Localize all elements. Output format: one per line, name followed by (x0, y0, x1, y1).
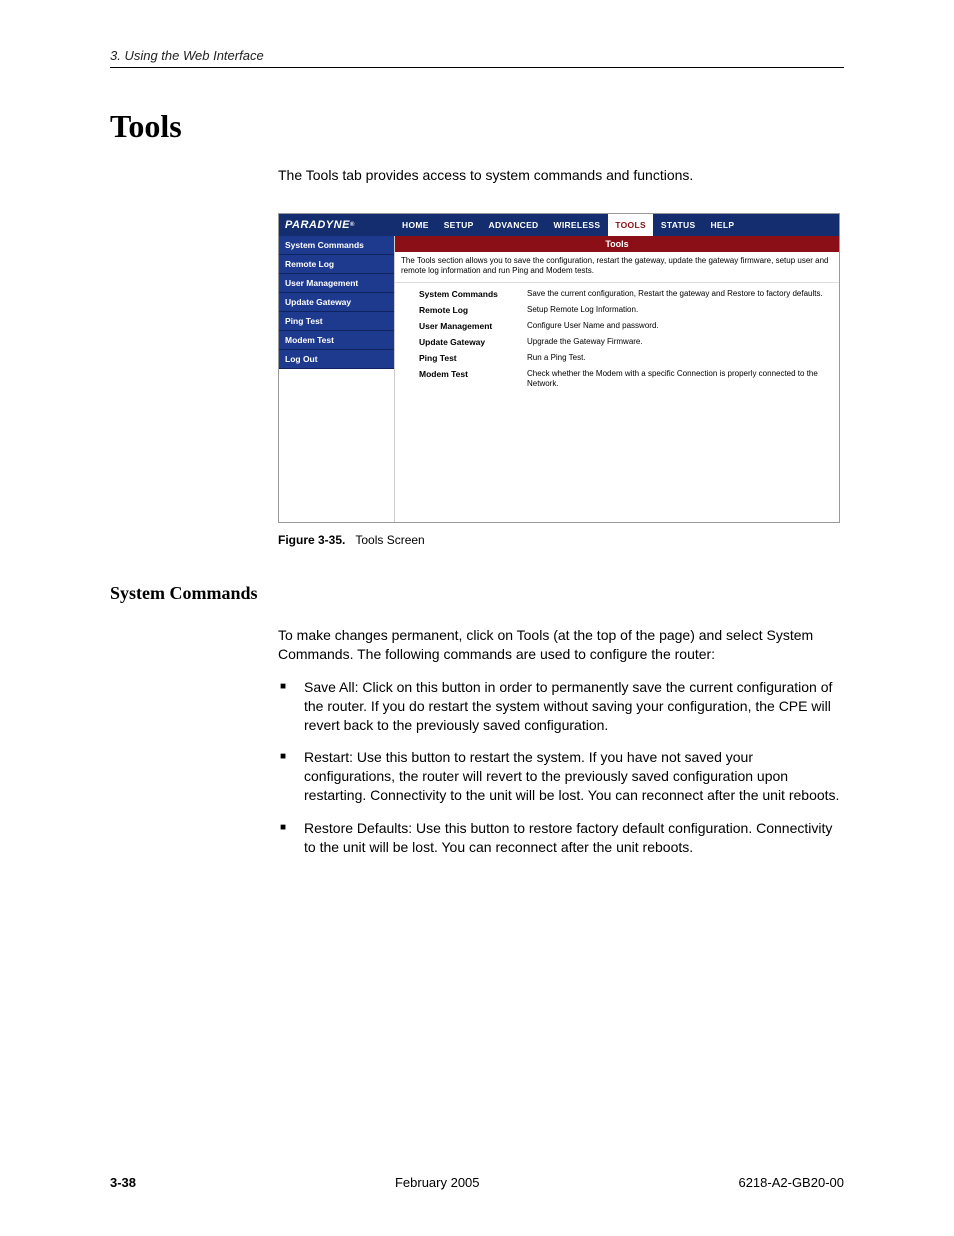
sidebar-item-modem-test[interactable]: Modem Test (279, 331, 394, 350)
figure-number: Figure 3-35. (278, 533, 345, 547)
row-label-user-management[interactable]: User Management (419, 321, 519, 331)
footer-doc-id: 6218-A2-GB20-00 (738, 1175, 844, 1190)
tools-screenshot: PARADYNE® HOME SETUP ADVANCED WIRELESS T… (278, 213, 840, 523)
row-desc-update-gateway: Upgrade the Gateway Firmware. (527, 337, 829, 347)
panel-intro: The Tools section allows you to save the… (395, 252, 839, 283)
subsection-para: To make changes permanent, click on Tool… (278, 626, 844, 664)
sidebar-item-user-management[interactable]: User Management (279, 274, 394, 293)
brand-text: PARADYNE (285, 219, 350, 231)
subsection-title: System Commands (110, 583, 844, 604)
running-head: 3. Using the Web Interface (110, 48, 844, 63)
sidebar-item-remote-log[interactable]: Remote Log (279, 255, 394, 274)
row-label-remote-log[interactable]: Remote Log (419, 305, 519, 315)
screenshot-sidebar: System Commands Remote Log User Manageme… (279, 236, 395, 522)
sidebar-item-log-out[interactable]: Log Out (279, 350, 394, 369)
list-item: Restore Defaults: Use this button to res… (278, 819, 844, 857)
brand-logo: PARADYNE® (279, 214, 395, 236)
tab-setup[interactable]: SETUP (437, 214, 481, 236)
tab-tools[interactable]: TOOLS (608, 214, 653, 236)
row-label-modem-test[interactable]: Modem Test (419, 369, 519, 379)
sidebar-item-ping-test[interactable]: Ping Test (279, 312, 394, 331)
tab-help[interactable]: HELP (703, 214, 741, 236)
bullet-list: Save All: Click on this button in order … (278, 678, 844, 857)
row-desc-ping-test: Run a Ping Test. (527, 353, 829, 363)
screenshot-topbar: PARADYNE® HOME SETUP ADVANCED WIRELESS T… (279, 214, 839, 236)
figure-title: Tools Screen (355, 533, 424, 547)
figure-caption: Figure 3-35. Tools Screen (278, 533, 844, 547)
top-tabs: HOME SETUP ADVANCED WIRELESS TOOLS STATU… (395, 214, 839, 236)
tools-table: System Commands Save the current configu… (395, 283, 839, 399)
screenshot-body: System Commands Remote Log User Manageme… (279, 236, 839, 522)
sidebar-item-system-commands[interactable]: System Commands (279, 236, 394, 255)
tab-status[interactable]: STATUS (654, 214, 703, 236)
screenshot-content: Tools The Tools section allows you to sa… (395, 236, 839, 522)
panel-title: Tools (395, 236, 839, 252)
row-label-ping-test[interactable]: Ping Test (419, 353, 519, 363)
header-rule (110, 67, 844, 68)
tab-advanced[interactable]: ADVANCED (482, 214, 546, 236)
page-footer: 3-38 February 2005 6218-A2-GB20-00 (110, 1175, 844, 1190)
tab-home[interactable]: HOME (395, 214, 436, 236)
row-desc-user-management: Configure User Name and password. (527, 321, 829, 331)
section-title: Tools (110, 108, 844, 145)
row-label-system-commands[interactable]: System Commands (419, 289, 519, 299)
row-label-update-gateway[interactable]: Update Gateway (419, 337, 519, 347)
row-desc-system-commands: Save the current configuration, Restart … (527, 289, 829, 299)
footer-date: February 2005 (395, 1175, 480, 1190)
page-number: 3-38 (110, 1175, 136, 1190)
brand-reg: ® (350, 222, 355, 228)
section-intro: The Tools tab provides access to system … (278, 167, 844, 183)
sidebar-item-update-gateway[interactable]: Update Gateway (279, 293, 394, 312)
list-item: Restart: Use this button to restart the … (278, 748, 844, 805)
tab-wireless[interactable]: WIRELESS (547, 214, 608, 236)
row-desc-remote-log: Setup Remote Log Information. (527, 305, 829, 315)
list-item: Save All: Click on this button in order … (278, 678, 844, 735)
row-desc-modem-test: Check whether the Modem with a specific … (527, 369, 829, 389)
